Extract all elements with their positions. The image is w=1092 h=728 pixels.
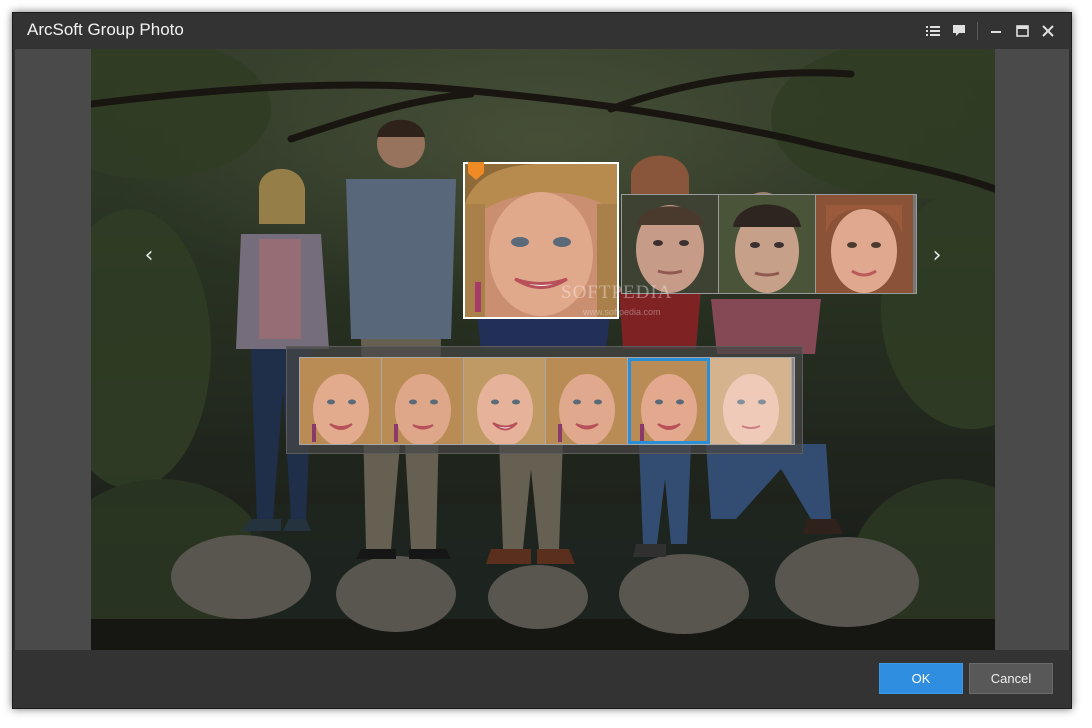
expression-face-6 xyxy=(710,358,791,444)
cancel-button[interactable]: Cancel xyxy=(969,663,1053,694)
face-thumb-man-2[interactable] xyxy=(719,195,816,293)
photo-workspace: ‹ › SOFTPEDIA www.softpedia.com xyxy=(15,49,1069,651)
next-arrow[interactable]: › xyxy=(927,235,947,275)
list-icon[interactable] xyxy=(920,18,946,44)
expression-strip xyxy=(299,357,795,445)
expression-thumb-1[interactable] xyxy=(300,358,382,444)
face-thumb-woman-2[interactable] xyxy=(816,195,913,293)
expression-thumb-3[interactable] xyxy=(464,358,546,444)
expression-thumb-5-selected[interactable] xyxy=(628,358,710,444)
dialog-footer: OK Cancel xyxy=(13,650,1071,708)
previous-arrow[interactable]: ‹ xyxy=(139,235,159,275)
face-thumb-man-1[interactable] xyxy=(622,195,719,293)
selected-face-marker-icon xyxy=(468,162,484,180)
comment-icon[interactable] xyxy=(946,18,972,44)
expression-thumb-6[interactable] xyxy=(710,358,792,444)
face-man-1-image xyxy=(622,195,718,293)
app-window: ArcSoft Group Photo ‹ › SOFTPEDIA www.so… xyxy=(12,12,1072,709)
expression-face-1 xyxy=(300,358,381,444)
title-bar-separator xyxy=(977,22,978,40)
group-photo[interactable]: ‹ › SOFTPEDIA www.softpedia.com xyxy=(91,49,995,651)
title-bar-controls xyxy=(920,13,1061,49)
maximize-icon[interactable] xyxy=(1009,18,1035,44)
face-man-2-image xyxy=(719,195,815,293)
expression-face-2 xyxy=(382,358,463,444)
watermark-url: www.softpedia.com xyxy=(583,307,661,317)
face-strip xyxy=(621,194,917,294)
expression-thumb-2[interactable] xyxy=(382,358,464,444)
expression-face-5 xyxy=(628,358,709,444)
close-icon[interactable] xyxy=(1035,18,1061,44)
expression-face-3 xyxy=(464,358,545,444)
minimize-icon[interactable] xyxy=(983,18,1009,44)
expression-face-4 xyxy=(546,358,627,444)
title-bar[interactable]: ArcSoft Group Photo xyxy=(13,13,1071,49)
watermark-brand: SOFTPEDIA xyxy=(561,282,673,303)
window-title: ArcSoft Group Photo xyxy=(27,20,184,39)
expression-thumb-4[interactable] xyxy=(546,358,628,444)
face-woman-2-image xyxy=(816,195,913,293)
ok-button[interactable]: OK xyxy=(879,663,963,694)
